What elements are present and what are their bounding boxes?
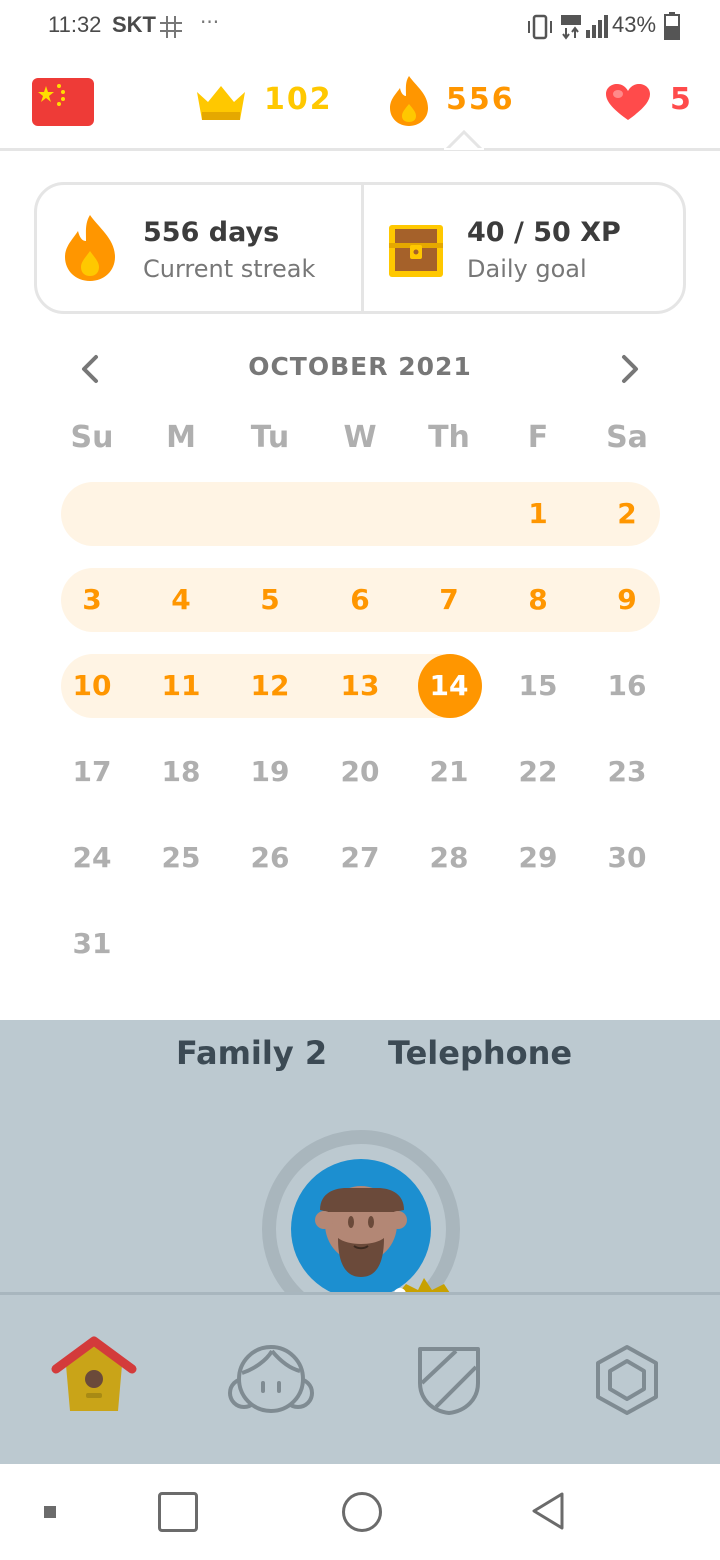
lesson-label-family-2[interactable]: Family 2 bbox=[176, 1034, 327, 1072]
weekday-label: Su bbox=[70, 420, 114, 455]
tab-learn[interactable] bbox=[44, 1335, 144, 1425]
hearts-counter[interactable]: 5 bbox=[604, 80, 694, 124]
tab-shop[interactable] bbox=[592, 1343, 662, 1417]
calendar-day: 24 bbox=[72, 841, 112, 874]
lte-icon bbox=[561, 15, 581, 40]
characters-icon bbox=[228, 1345, 314, 1413]
nav-menu-icon[interactable] bbox=[44, 1506, 56, 1518]
leagues-shield-icon bbox=[418, 1347, 480, 1415]
course-flag-button[interactable] bbox=[32, 78, 94, 126]
calendar-day: 17 bbox=[72, 755, 112, 788]
calendar-day: 13 bbox=[340, 669, 380, 702]
crowns-counter[interactable]: 102 bbox=[194, 78, 334, 126]
calendar-day: 11 bbox=[161, 669, 201, 702]
lesson-path-area: Family 2 Telephone bbox=[0, 1020, 720, 1294]
calendar-day: 20 bbox=[340, 755, 380, 788]
streak-days: 556 days bbox=[143, 217, 280, 248]
system-navigation-bar bbox=[0, 1464, 720, 1560]
streak-count: 556 bbox=[446, 82, 515, 117]
china-flag-icon bbox=[38, 84, 65, 106]
month-title: OCTOBER 2021 bbox=[248, 352, 472, 381]
calendar-day: 25 bbox=[161, 841, 201, 874]
flame-icon bbox=[65, 215, 115, 281]
calendar-day: 4 bbox=[171, 583, 191, 616]
calendar-day: 16 bbox=[607, 669, 647, 702]
calendar-day: 28 bbox=[429, 841, 469, 874]
calendar-day: 22 bbox=[518, 755, 558, 788]
calendar-day: 7 bbox=[439, 583, 459, 616]
daily-goal-xp: 40 / 50 XP bbox=[467, 217, 621, 248]
weekday-label: W bbox=[343, 420, 377, 455]
status-time: 11:32 bbox=[48, 12, 102, 37]
calendar-day: 15 bbox=[518, 669, 558, 702]
status-carrier: SKT bbox=[112, 12, 156, 37]
calendar-day: 6 bbox=[350, 583, 370, 616]
weekday-label: Tu bbox=[250, 420, 290, 455]
back-button-icon[interactable] bbox=[528, 1490, 568, 1532]
calendar-day-today: 14 bbox=[429, 669, 469, 702]
streak-counter[interactable]: 556 bbox=[388, 74, 528, 130]
calendar-day: 26 bbox=[250, 841, 290, 874]
lesson-character-avatar-icon bbox=[262, 1130, 460, 1294]
calendar-day: 30 bbox=[607, 841, 647, 874]
more-notifications-icon: ··· bbox=[200, 10, 220, 34]
calendar-day: 27 bbox=[340, 841, 380, 874]
calendar-day: 1 bbox=[528, 497, 548, 530]
calendar-day: 29 bbox=[518, 841, 558, 874]
stats-bar: 102 556 5 bbox=[0, 56, 720, 151]
calendar-day: 18 bbox=[161, 755, 201, 788]
recent-apps-icon[interactable] bbox=[158, 1492, 198, 1532]
crown-icon bbox=[197, 86, 245, 120]
tab-leaderboards[interactable] bbox=[414, 1343, 484, 1417]
calendar-day: 23 bbox=[607, 755, 647, 788]
calendar-day: 8 bbox=[528, 583, 548, 616]
popover-pointer bbox=[444, 129, 484, 150]
flame-icon bbox=[390, 76, 428, 126]
battery-icon bbox=[664, 12, 680, 40]
signal-grid-icon bbox=[160, 16, 182, 38]
calendar-day: 19 bbox=[250, 755, 290, 788]
card-divider bbox=[361, 185, 364, 311]
cell-signal-icon bbox=[586, 15, 608, 38]
weekday-label: Th bbox=[428, 420, 470, 455]
treasure-chest-icon bbox=[389, 225, 443, 277]
shop-gem-icon bbox=[596, 1345, 658, 1415]
battery-percent: 43% bbox=[612, 12, 657, 37]
calendar-day: 2 bbox=[617, 497, 637, 530]
weekday-label: Sa bbox=[606, 420, 648, 455]
bottom-tab-bar bbox=[0, 1295, 720, 1464]
vibrate-icon bbox=[528, 14, 552, 40]
home-icon bbox=[51, 1336, 137, 1411]
calendar-day: 9 bbox=[617, 583, 637, 616]
status-bar: 11:32 SKT ··· 43% bbox=[0, 0, 720, 56]
heart-icon bbox=[606, 84, 650, 120]
streak-summary-card: 556 days Current streak 40 / 50 XP Daily… bbox=[34, 182, 686, 314]
tab-characters[interactable] bbox=[226, 1339, 316, 1419]
lesson-label-telephone[interactable]: Telephone bbox=[388, 1034, 572, 1072]
calendar-day: 3 bbox=[82, 583, 102, 616]
streak-label: Current streak bbox=[143, 255, 316, 283]
home-button-icon[interactable] bbox=[342, 1492, 382, 1532]
next-month-chevron-icon[interactable] bbox=[614, 352, 644, 386]
daily-goal-label: Daily goal bbox=[467, 255, 587, 283]
calendar-day: 5 bbox=[260, 583, 280, 616]
crowns-count: 102 bbox=[264, 82, 333, 117]
lesson-node-button[interactable] bbox=[262, 1130, 460, 1294]
calendar-day: 10 bbox=[72, 669, 112, 702]
calendar-day: 31 bbox=[72, 927, 112, 960]
weekday-label: M bbox=[166, 420, 196, 455]
calendar-day: 12 bbox=[250, 669, 290, 702]
calendar-day: 21 bbox=[429, 755, 469, 788]
weekday-label: F bbox=[527, 420, 549, 455]
hearts-count: 5 bbox=[670, 82, 693, 117]
